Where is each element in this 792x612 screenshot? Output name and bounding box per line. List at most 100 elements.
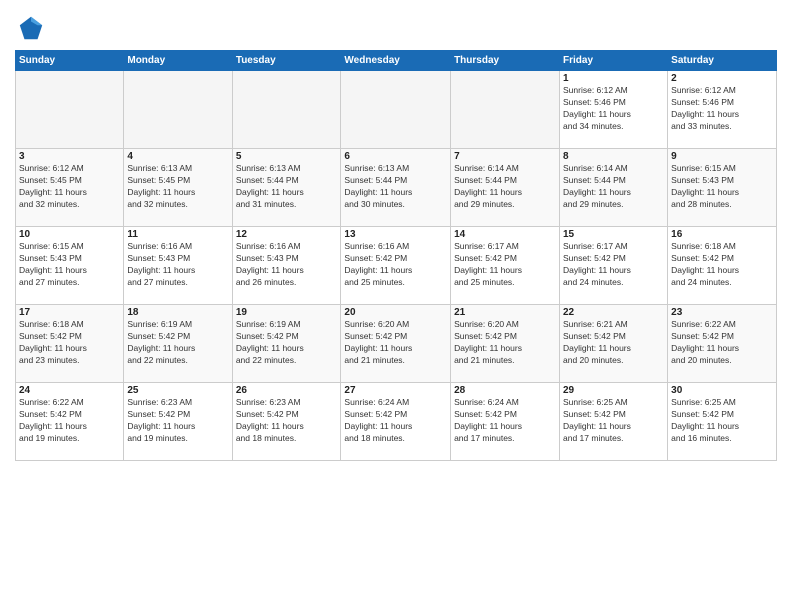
weekday-tuesday: Tuesday <box>232 51 341 71</box>
day-number: 8 <box>563 151 664 162</box>
calendar-cell: 23Sunrise: 6:22 AMSunset: 5:42 PMDayligh… <box>668 305 777 383</box>
day-info: Sunrise: 6:19 AMSunset: 5:42 PMDaylight:… <box>127 319 228 367</box>
calendar-cell: 21Sunrise: 6:20 AMSunset: 5:42 PMDayligh… <box>451 305 560 383</box>
day-number: 6 <box>344 151 447 162</box>
day-info: Sunrise: 6:16 AMSunset: 5:42 PMDaylight:… <box>344 241 447 289</box>
day-info: Sunrise: 6:12 AMSunset: 5:45 PMDaylight:… <box>19 163 120 211</box>
calendar-cell: 30Sunrise: 6:25 AMSunset: 5:42 PMDayligh… <box>668 383 777 461</box>
day-info: Sunrise: 6:14 AMSunset: 5:44 PMDaylight:… <box>454 163 556 211</box>
day-info: Sunrise: 6:15 AMSunset: 5:43 PMDaylight:… <box>19 241 120 289</box>
calendar-cell: 1Sunrise: 6:12 AMSunset: 5:46 PMDaylight… <box>560 71 668 149</box>
day-number: 20 <box>344 307 447 318</box>
header <box>15 10 777 42</box>
calendar-cell: 3Sunrise: 6:12 AMSunset: 5:45 PMDaylight… <box>16 149 124 227</box>
day-info: Sunrise: 6:23 AMSunset: 5:42 PMDaylight:… <box>236 397 338 445</box>
logo-icon <box>17 14 45 42</box>
day-number: 13 <box>344 229 447 240</box>
weekday-sunday: Sunday <box>16 51 124 71</box>
calendar-cell: 7Sunrise: 6:14 AMSunset: 5:44 PMDaylight… <box>451 149 560 227</box>
calendar-cell: 9Sunrise: 6:15 AMSunset: 5:43 PMDaylight… <box>668 149 777 227</box>
day-info: Sunrise: 6:12 AMSunset: 5:46 PMDaylight:… <box>563 85 664 133</box>
day-info: Sunrise: 6:18 AMSunset: 5:42 PMDaylight:… <box>19 319 120 367</box>
calendar-cell: 16Sunrise: 6:18 AMSunset: 5:42 PMDayligh… <box>668 227 777 305</box>
day-number: 23 <box>671 307 773 318</box>
day-number: 4 <box>127 151 228 162</box>
calendar-week-3: 10Sunrise: 6:15 AMSunset: 5:43 PMDayligh… <box>16 227 777 305</box>
calendar-cell: 8Sunrise: 6:14 AMSunset: 5:44 PMDaylight… <box>560 149 668 227</box>
calendar-cell: 15Sunrise: 6:17 AMSunset: 5:42 PMDayligh… <box>560 227 668 305</box>
day-info: Sunrise: 6:14 AMSunset: 5:44 PMDaylight:… <box>563 163 664 211</box>
calendar-cell: 29Sunrise: 6:25 AMSunset: 5:42 PMDayligh… <box>560 383 668 461</box>
calendar-cell: 18Sunrise: 6:19 AMSunset: 5:42 PMDayligh… <box>124 305 232 383</box>
calendar-cell <box>232 71 341 149</box>
calendar-table: SundayMondayTuesdayWednesdayThursdayFrid… <box>15 50 777 461</box>
calendar-cell: 24Sunrise: 6:22 AMSunset: 5:42 PMDayligh… <box>16 383 124 461</box>
day-number: 27 <box>344 385 447 396</box>
day-number: 15 <box>563 229 664 240</box>
day-number: 26 <box>236 385 338 396</box>
calendar-cell: 13Sunrise: 6:16 AMSunset: 5:42 PMDayligh… <box>341 227 451 305</box>
calendar-cell: 27Sunrise: 6:24 AMSunset: 5:42 PMDayligh… <box>341 383 451 461</box>
day-info: Sunrise: 6:16 AMSunset: 5:43 PMDaylight:… <box>127 241 228 289</box>
day-number: 24 <box>19 385 120 396</box>
weekday-monday: Monday <box>124 51 232 71</box>
day-number: 9 <box>671 151 773 162</box>
calendar-cell: 14Sunrise: 6:17 AMSunset: 5:42 PMDayligh… <box>451 227 560 305</box>
day-info: Sunrise: 6:13 AMSunset: 5:44 PMDaylight:… <box>236 163 338 211</box>
calendar-cell: 2Sunrise: 6:12 AMSunset: 5:46 PMDaylight… <box>668 71 777 149</box>
day-info: Sunrise: 6:23 AMSunset: 5:42 PMDaylight:… <box>127 397 228 445</box>
day-info: Sunrise: 6:20 AMSunset: 5:42 PMDaylight:… <box>344 319 447 367</box>
calendar-cell: 19Sunrise: 6:19 AMSunset: 5:42 PMDayligh… <box>232 305 341 383</box>
day-number: 10 <box>19 229 120 240</box>
calendar-cell <box>341 71 451 149</box>
day-number: 11 <box>127 229 228 240</box>
day-info: Sunrise: 6:22 AMSunset: 5:42 PMDaylight:… <box>19 397 120 445</box>
day-number: 2 <box>671 73 773 84</box>
calendar-cell: 4Sunrise: 6:13 AMSunset: 5:45 PMDaylight… <box>124 149 232 227</box>
day-number: 28 <box>454 385 556 396</box>
weekday-header-row: SundayMondayTuesdayWednesdayThursdayFrid… <box>16 51 777 71</box>
weekday-thursday: Thursday <box>451 51 560 71</box>
day-number: 19 <box>236 307 338 318</box>
day-info: Sunrise: 6:12 AMSunset: 5:46 PMDaylight:… <box>671 85 773 133</box>
calendar-cell: 28Sunrise: 6:24 AMSunset: 5:42 PMDayligh… <box>451 383 560 461</box>
calendar-cell: 26Sunrise: 6:23 AMSunset: 5:42 PMDayligh… <box>232 383 341 461</box>
day-number: 25 <box>127 385 228 396</box>
day-info: Sunrise: 6:21 AMSunset: 5:42 PMDaylight:… <box>563 319 664 367</box>
calendar-cell: 5Sunrise: 6:13 AMSunset: 5:44 PMDaylight… <box>232 149 341 227</box>
day-info: Sunrise: 6:25 AMSunset: 5:42 PMDaylight:… <box>671 397 773 445</box>
day-info: Sunrise: 6:16 AMSunset: 5:43 PMDaylight:… <box>236 241 338 289</box>
calendar-cell: 20Sunrise: 6:20 AMSunset: 5:42 PMDayligh… <box>341 305 451 383</box>
day-info: Sunrise: 6:17 AMSunset: 5:42 PMDaylight:… <box>454 241 556 289</box>
calendar-cell: 10Sunrise: 6:15 AMSunset: 5:43 PMDayligh… <box>16 227 124 305</box>
calendar-cell: 22Sunrise: 6:21 AMSunset: 5:42 PMDayligh… <box>560 305 668 383</box>
calendar-week-4: 17Sunrise: 6:18 AMSunset: 5:42 PMDayligh… <box>16 305 777 383</box>
calendar-cell: 25Sunrise: 6:23 AMSunset: 5:42 PMDayligh… <box>124 383 232 461</box>
calendar-week-5: 24Sunrise: 6:22 AMSunset: 5:42 PMDayligh… <box>16 383 777 461</box>
day-number: 5 <box>236 151 338 162</box>
calendar-cell: 6Sunrise: 6:13 AMSunset: 5:44 PMDaylight… <box>341 149 451 227</box>
day-info: Sunrise: 6:24 AMSunset: 5:42 PMDaylight:… <box>344 397 447 445</box>
day-info: Sunrise: 6:22 AMSunset: 5:42 PMDaylight:… <box>671 319 773 367</box>
page: SundayMondayTuesdayWednesdayThursdayFrid… <box>0 0 792 612</box>
calendar-cell: 11Sunrise: 6:16 AMSunset: 5:43 PMDayligh… <box>124 227 232 305</box>
day-number: 18 <box>127 307 228 318</box>
day-number: 14 <box>454 229 556 240</box>
calendar-cell <box>16 71 124 149</box>
calendar-cell: 12Sunrise: 6:16 AMSunset: 5:43 PMDayligh… <box>232 227 341 305</box>
calendar-week-1: 1Sunrise: 6:12 AMSunset: 5:46 PMDaylight… <box>16 71 777 149</box>
weekday-saturday: Saturday <box>668 51 777 71</box>
day-info: Sunrise: 6:17 AMSunset: 5:42 PMDaylight:… <box>563 241 664 289</box>
calendar-week-2: 3Sunrise: 6:12 AMSunset: 5:45 PMDaylight… <box>16 149 777 227</box>
day-number: 7 <box>454 151 556 162</box>
day-info: Sunrise: 6:15 AMSunset: 5:43 PMDaylight:… <box>671 163 773 211</box>
day-info: Sunrise: 6:19 AMSunset: 5:42 PMDaylight:… <box>236 319 338 367</box>
day-info: Sunrise: 6:13 AMSunset: 5:45 PMDaylight:… <box>127 163 228 211</box>
calendar-cell <box>451 71 560 149</box>
day-number: 30 <box>671 385 773 396</box>
day-number: 1 <box>563 73 664 84</box>
day-number: 17 <box>19 307 120 318</box>
day-info: Sunrise: 6:18 AMSunset: 5:42 PMDaylight:… <box>671 241 773 289</box>
day-number: 21 <box>454 307 556 318</box>
day-info: Sunrise: 6:20 AMSunset: 5:42 PMDaylight:… <box>454 319 556 367</box>
